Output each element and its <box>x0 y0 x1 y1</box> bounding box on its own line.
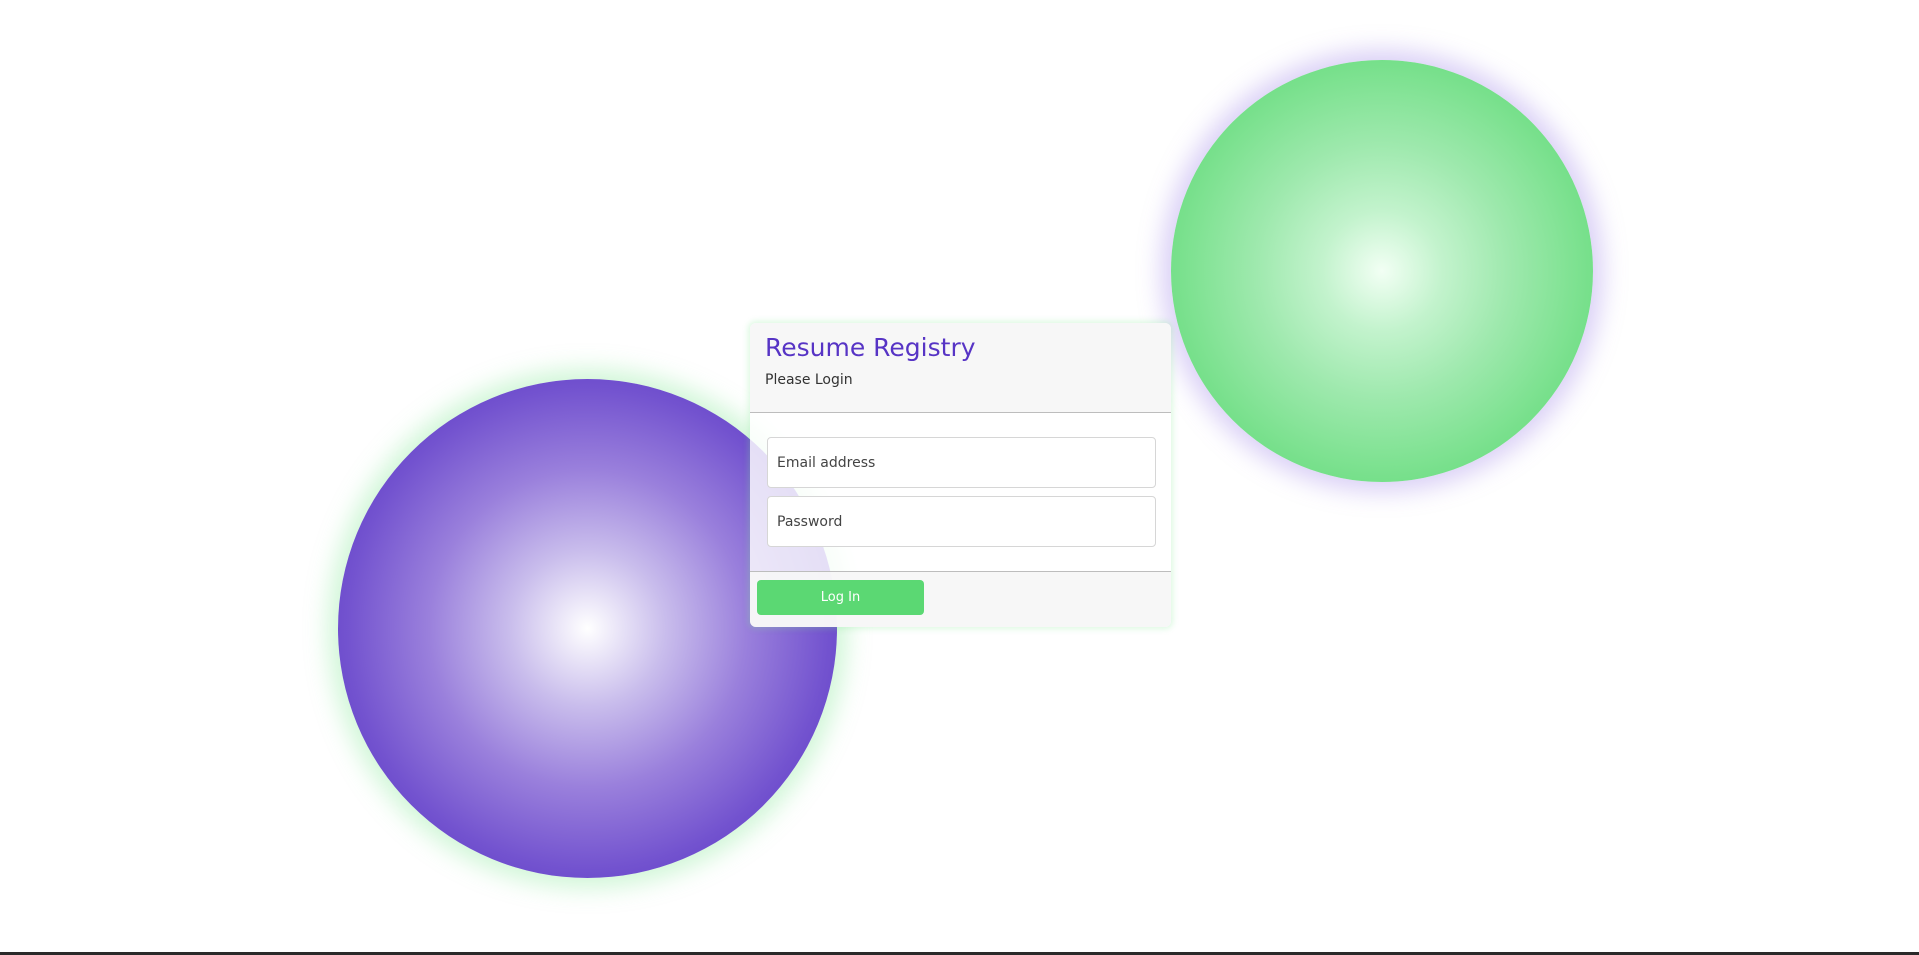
login-page: Resume Registry Please Login Log In <box>0 0 1919 955</box>
login-subtitle: Please Login <box>765 372 853 388</box>
login-form <box>750 413 1171 571</box>
login-card-header: Resume Registry Please Login <box>750 323 1171 413</box>
email-field[interactable] <box>767 437 1156 488</box>
login-button[interactable]: Log In <box>757 580 924 615</box>
password-field[interactable] <box>767 496 1156 547</box>
green-orb-decoration <box>1171 60 1593 482</box>
login-card-footer: Log In <box>750 571 1171 627</box>
login-card: Resume Registry Please Login Log In <box>750 323 1171 627</box>
page-title: Resume Registry <box>765 333 976 362</box>
